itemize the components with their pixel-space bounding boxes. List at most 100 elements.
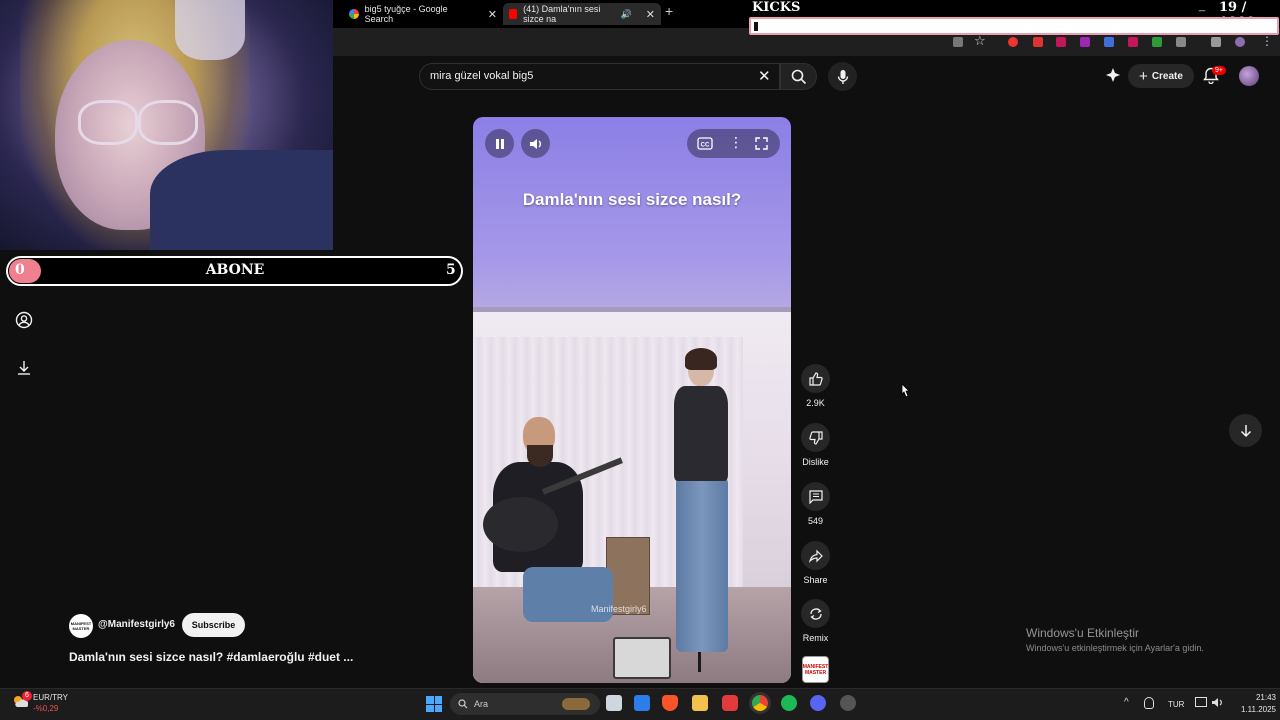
pause-icon [495,138,504,149]
search-icon [458,699,468,709]
chrome-icon[interactable] [752,695,768,711]
search-button[interactable] [780,63,817,90]
windows-start-icon[interactable] [426,696,442,712]
comments-button[interactable] [801,482,830,511]
sparkle-icon[interactable] [1105,67,1121,83]
share-button[interactable] [801,541,830,570]
tab-title: (41) Damla'nın sesi sizce na [523,4,601,24]
volume-icon[interactable] [1211,697,1223,708]
currency-pair[interactable]: EUR/TRY [33,693,68,702]
close-tab-icon[interactable]: ✕ [646,8,655,21]
captions-icon[interactable]: CC [697,137,713,150]
speaker-icon[interactable]: 🔊 [621,9,632,20]
taskbar-search-input[interactable]: Ara [450,693,600,715]
puzzle-icon[interactable] [1176,37,1186,47]
more-options-icon[interactable]: ⋮ [729,134,743,151]
currency-change: -%0,29 [33,704,59,713]
channel-avatar[interactable]: MANIFEST MASTER [69,614,93,638]
remix-button[interactable] [801,599,830,628]
account-circle-icon[interactable] [15,311,33,329]
new-tab-icon[interactable]: + [665,3,673,19]
extension-icon[interactable] [1033,37,1043,47]
taskbar-date[interactable]: 1.11.2025 [1228,705,1276,714]
discord-icon[interactable] [810,695,826,711]
extension-icon[interactable] [1128,37,1138,47]
google-icon [349,9,359,19]
extension-icon[interactable] [1152,37,1162,47]
microphone-icon[interactable] [1144,697,1154,709]
extension-icon[interactable] [1056,37,1066,47]
dislike-button[interactable] [801,423,830,452]
extension-icon[interactable] [1008,37,1018,47]
app-icon[interactable] [840,695,856,711]
video-title[interactable]: Damla'nın sesi sizce nasıl? #damlaeroğlu… [69,650,353,664]
bookmark-star-icon[interactable]: ☆ [974,33,986,49]
like-button[interactable] [801,364,830,393]
spotify-icon[interactable] [781,695,797,711]
share-label: Share [803,575,828,585]
plus-icon: + [1139,67,1148,85]
windows-activation-subtitle: Windows'u etkinleştirmek için Ayarlar'a … [1026,643,1204,653]
clear-search-icon[interactable]: ✕ [758,67,771,85]
volume-icon [529,138,541,149]
channel-name[interactable]: @Manifestgirly6 [98,619,175,630]
dislike-label: Dislike [802,457,829,467]
app-icon[interactable] [722,695,738,711]
player-controls-group: CC ⋮ [687,129,780,158]
subscriber-goal-target: 5 [446,262,456,278]
kicks-progress-bar [749,17,1279,35]
microphone-icon [837,69,848,84]
fullscreen-icon[interactable] [755,137,768,150]
taskbar-time[interactable]: 21:43 [1246,693,1276,702]
windows-activation-title: Windows'u Etkinleştir [1026,626,1139,640]
video-watermark: Manifestgirly6 [591,604,647,614]
subscribe-button[interactable]: Subscribe [182,613,245,637]
kicks-progress-fill [754,22,758,31]
store-icon[interactable] [634,695,650,711]
close-tab-icon[interactable]: ✕ [488,8,497,21]
next-video-button[interactable] [1229,414,1262,447]
brave-browser-icon[interactable] [662,695,678,711]
like-count: 2.9K [806,398,825,408]
svg-text:CC: CC [701,143,710,149]
singer-figure [658,348,738,662]
reading-list-icon[interactable] [1211,37,1221,47]
chevron-up-icon[interactable]: ^ [1124,697,1129,708]
input-language[interactable]: TUR [1168,700,1184,709]
pause-button[interactable] [485,129,514,158]
search-highlight-icon [562,698,590,710]
amplifier [613,637,671,679]
arrow-down-icon [1240,424,1251,437]
create-button[interactable]: + Create [1128,64,1194,88]
profile-icon[interactable] [1235,37,1245,47]
account-avatar[interactable] [1239,66,1259,86]
tab-youtube-video[interactable]: (41) Damla'nın sesi sizce na 🔊 ✕ [503,3,661,25]
tab-title: big5 tyuğçe - Google Search [364,4,448,24]
file-explorer-icon[interactable] [692,695,708,711]
shorts-video-player[interactable]: Damla'nın sesi sizce nasıl? Manifestgirl… [473,117,791,683]
taskbar-search-placeholder: Ara [474,699,489,709]
weather-badge: 6 [22,691,32,701]
install-icon[interactable] [953,37,963,47]
comment-icon [808,489,823,504]
share-icon [808,549,823,563]
extension-icon[interactable] [1080,37,1090,47]
extension-icon[interactable] [1104,37,1114,47]
search-query: mira güzel vokal big5 [430,70,534,82]
mouse-cursor-icon [901,383,910,397]
download-icon[interactable] [15,359,33,377]
menu-dots-icon[interactable]: ⋮ [1261,34,1273,48]
volume-button[interactable] [521,129,550,158]
sound-thumbnail[interactable]: MANIFEST MASTER [802,656,829,683]
channel-avatar-text: MANIFEST MASTER [70,621,92,631]
thumbs-down-icon [808,430,823,445]
network-icon[interactable] [1195,697,1207,707]
thumbs-up-icon [808,371,823,386]
task-view-icon[interactable] [606,695,622,711]
create-label: Create [1151,70,1183,82]
voice-search-button[interactable] [828,62,857,91]
notification-badge: 9+ [1212,66,1226,75]
tab-google-search[interactable]: big5 tyuğçe - Google Search ✕ [343,3,503,25]
minimize-icon[interactable]: _ [1199,0,1205,12]
remix-label: Remix [802,633,829,643]
